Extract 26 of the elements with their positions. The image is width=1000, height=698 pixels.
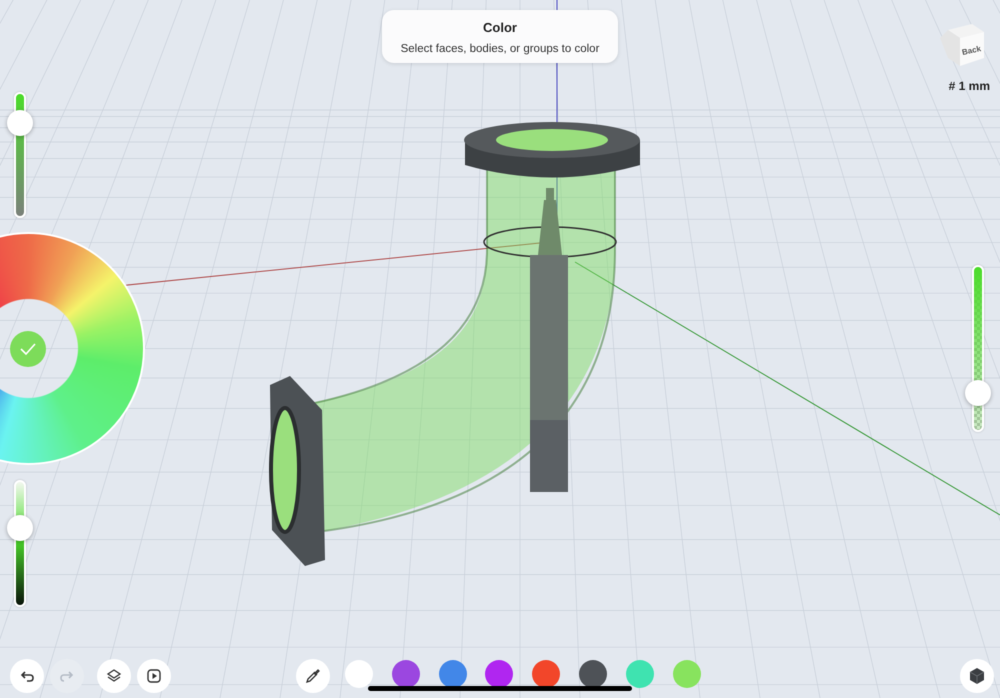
check-icon bbox=[20, 343, 36, 355]
color-swatch[interactable] bbox=[485, 660, 514, 688]
color-swatch[interactable] bbox=[392, 660, 420, 688]
display-mode-button[interactable] bbox=[960, 659, 994, 693]
color-swatch[interactable] bbox=[345, 660, 373, 688]
layers-icon bbox=[106, 668, 122, 684]
eyedropper-button[interactable] bbox=[296, 659, 330, 693]
grid-size-label: # 1 mm bbox=[948, 78, 990, 95]
eyedropper-icon bbox=[305, 668, 321, 684]
view-cube-label: Back bbox=[961, 44, 982, 57]
layers-button[interactable] bbox=[97, 659, 131, 693]
cube-icon bbox=[969, 667, 985, 685]
hint-title: Color bbox=[482, 19, 518, 37]
color-swatch[interactable] bbox=[438, 660, 467, 688]
play-icon bbox=[146, 668, 162, 684]
slider-thumb[interactable] bbox=[7, 514, 33, 541]
undo-button[interactable] bbox=[10, 659, 44, 693]
view-cube[interactable]: Back bbox=[938, 22, 986, 68]
color-swatch[interactable] bbox=[672, 660, 701, 688]
color-swatch[interactable] bbox=[626, 660, 654, 688]
slider-thumb[interactable] bbox=[965, 380, 991, 406]
color-swatch[interactable] bbox=[532, 660, 560, 688]
slider-thumb[interactable] bbox=[7, 110, 33, 136]
color-swatch[interactable] bbox=[579, 660, 607, 688]
hint-text: Select faces, bodies, or groups to color bbox=[400, 42, 600, 56]
play-button[interactable] bbox=[137, 659, 171, 693]
